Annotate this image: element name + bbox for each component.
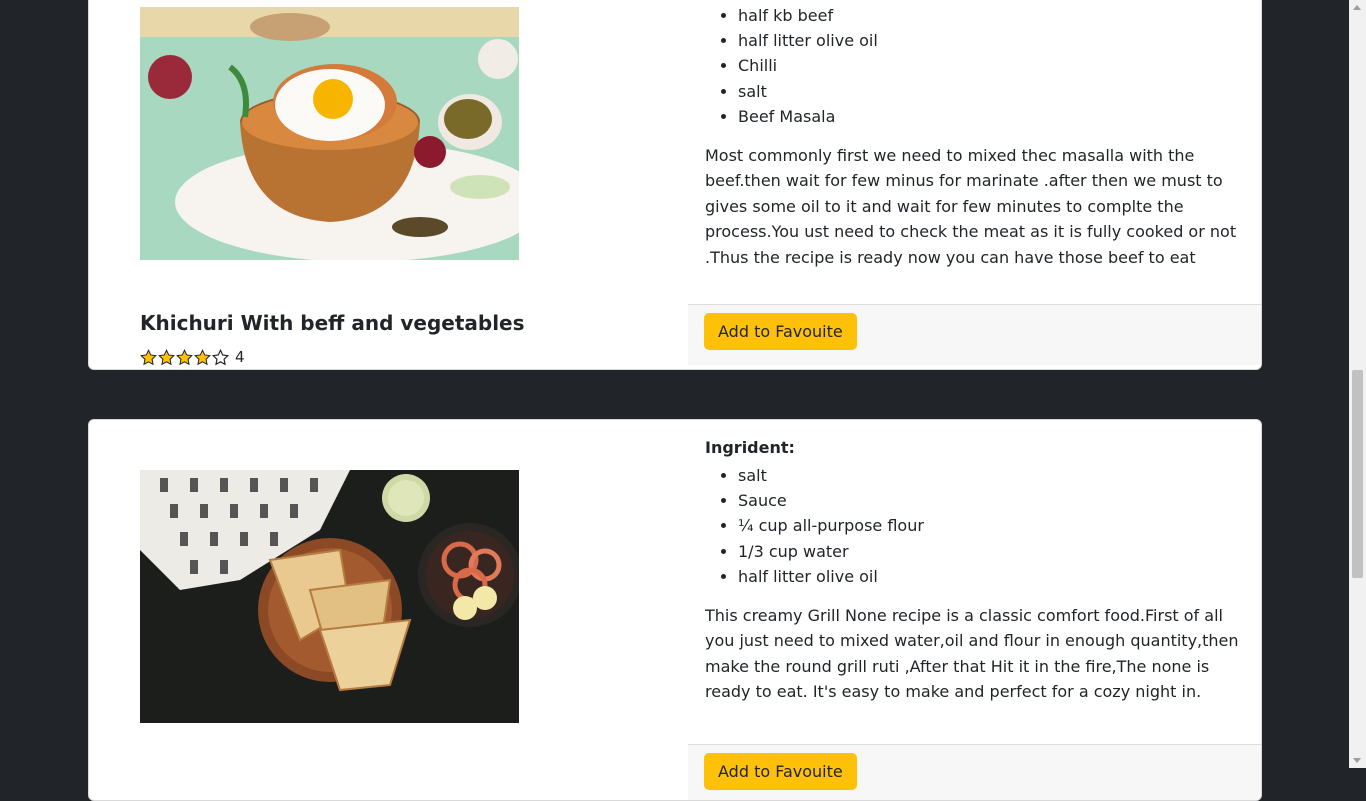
vertical-scrollbar[interactable] <box>1349 0 1366 768</box>
ingredient-item: salt <box>738 79 1245 104</box>
ingredient-item: half kb beef <box>738 3 1245 28</box>
scrollbar-thumb[interactable] <box>1352 370 1363 578</box>
star-empty-icon <box>212 348 229 365</box>
recipe-description: Most commonly first we need to mixed the… <box>705 146 1237 267</box>
scroll-down-arrow-icon[interactable] <box>1353 758 1361 763</box>
recipe-card: Khichuri With beff and vegetables 4 half… <box>88 0 1262 370</box>
ingredient-list: salt Sauce ¼ cup all-purpose flour 1/3 c… <box>705 463 1245 589</box>
ingredient-item: half litter olive oil <box>738 564 1245 589</box>
recipe-card: Ingrident: salt Sauce ¼ cup all-purpose … <box>88 419 1262 801</box>
card-footer: Add to Favouite <box>688 744 1261 800</box>
ingredient-list: half kb beef half litter olive oil Chill… <box>705 3 1245 129</box>
star-filled-icon <box>176 348 193 365</box>
ingredient-item: Sauce <box>738 488 1245 513</box>
rating: 4 <box>140 348 245 366</box>
add-to-favourite-button[interactable]: Add to Favouite <box>704 753 857 790</box>
star-filled-icon <box>158 348 175 365</box>
recipe-details: Ingrident: salt Sauce ¼ cup all-purpose … <box>705 438 1245 705</box>
recipe-image <box>140 470 519 723</box>
recipe-title: Khichuri With beff and vegetables <box>140 311 525 335</box>
recipe-details: half kb beef half litter olive oil Chill… <box>705 3 1245 270</box>
card-footer: Add to Favouite <box>688 304 1261 365</box>
ingredient-item: half litter olive oil <box>738 28 1245 53</box>
recipe-image <box>140 7 519 260</box>
ingredient-item: 1/3 cup water <box>738 539 1245 564</box>
star-filled-icon <box>140 348 157 365</box>
ingredient-item: salt <box>738 463 1245 488</box>
recipe-description: This creamy Grill None recipe is a class… <box>705 606 1239 702</box>
star-filled-icon <box>194 348 211 365</box>
ingredient-item: Chilli <box>738 53 1245 78</box>
add-to-favourite-button[interactable]: Add to Favouite <box>704 313 857 350</box>
ingredient-item: Beef Masala <box>738 104 1245 129</box>
scroll-up-arrow-icon[interactable] <box>1353 5 1361 10</box>
rating-value: 4 <box>235 348 245 366</box>
ingredient-item: ¼ cup all-purpose flour <box>738 513 1245 538</box>
ingredients-label: Ingrident: <box>705 438 795 457</box>
